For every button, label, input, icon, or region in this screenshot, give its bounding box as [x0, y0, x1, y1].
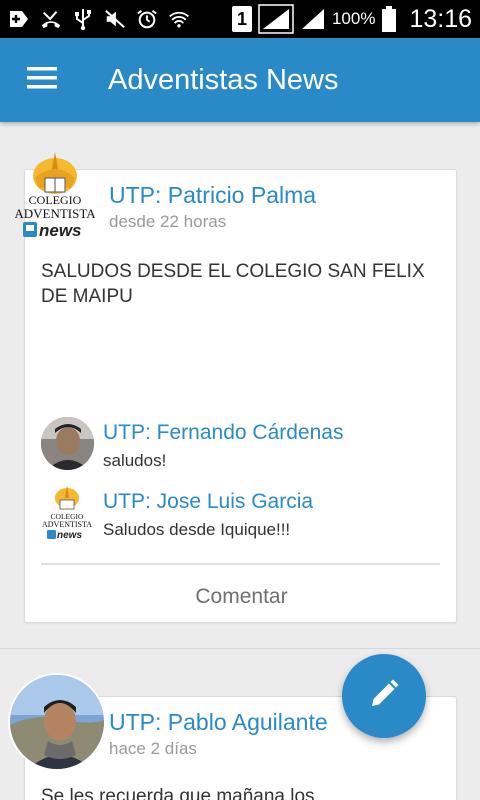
- status-bar: 1 100% 13:16: [0, 0, 480, 38]
- menu-button[interactable]: [0, 38, 84, 122]
- comment-author[interactable]: UTP: Jose Luis Garcia: [103, 490, 313, 514]
- colegio-adventista-logo: COLEGIO ADVENTISTA news: [14, 148, 96, 243]
- comment-text: saludos!: [103, 451, 167, 470]
- commenter-avatar[interactable]: [41, 417, 94, 470]
- alarm-icon: [136, 8, 158, 30]
- comment-text: Saludos desde Iquique!!!: [103, 520, 291, 539]
- signal-icon-2: [300, 8, 326, 30]
- missed-call-icon: [40, 8, 62, 30]
- usb-icon: [72, 8, 94, 31]
- commenter-logo-avatar[interactable]: COLEGIO ADVENTISTA news: [41, 484, 93, 542]
- comment-author[interactable]: UTP: Fernando Cárdenas: [103, 421, 343, 445]
- app-title: Adventistas News: [108, 63, 339, 96]
- small-logo-line2: ADVENTISTA: [42, 520, 92, 529]
- post-time: desde 22 horas: [109, 212, 227, 231]
- compose-fab[interactable]: [342, 654, 426, 738]
- signal-icon: [258, 4, 294, 34]
- author-avatar[interactable]: [8, 673, 106, 771]
- post-author[interactable]: UTP: Patricio Palma: [109, 182, 316, 209]
- battery-percent: 100%: [331, 9, 376, 28]
- post-card[interactable]: COLEGIO ADVENTISTA news UTP: Patricio Pa…: [14, 152, 458, 623]
- logo-line2: ADVENTISTA: [15, 206, 95, 221]
- post-time: hace 2 días: [109, 739, 197, 758]
- post-body: SALUDOS DESDE EL COLEGIO SAN FELIX DE MA…: [41, 261, 425, 307]
- wifi-icon: [168, 8, 190, 30]
- add-box-icon: [8, 8, 30, 30]
- pencil-icon: [369, 679, 399, 714]
- small-logo-badge: news: [57, 530, 82, 541]
- sim-slot-badge: 1: [231, 6, 252, 32]
- clock: 13:16: [409, 4, 472, 33]
- hamburger-menu-icon: [27, 66, 57, 94]
- section-separator: [0, 648, 480, 649]
- app-bar: Adventistas News: [0, 38, 480, 122]
- mute-icon: [104, 8, 126, 30]
- post-body: Se les recuerda que mañana los: [41, 786, 315, 800]
- comment-button[interactable]: Comentar: [25, 585, 458, 609]
- logo-badge: news: [39, 221, 82, 240]
- divider: [41, 563, 440, 565]
- battery-icon: [381, 6, 397, 32]
- logo-line1: COLEGIO: [29, 193, 82, 207]
- post-author[interactable]: UTP: Pablo Aguilante: [109, 709, 328, 736]
